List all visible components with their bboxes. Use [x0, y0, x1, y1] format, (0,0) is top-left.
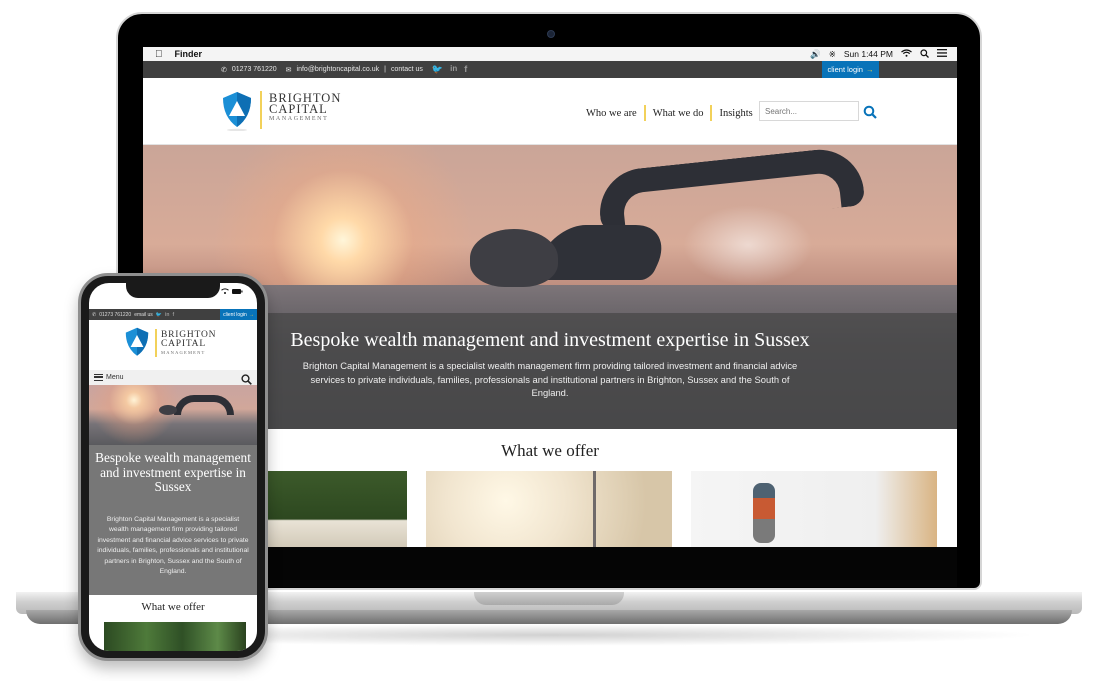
hero-swimmer-head [470, 229, 558, 287]
search-icon[interactable] [241, 372, 252, 385]
mobile-offer-title: What we offer [141, 601, 205, 613]
twitter-icon[interactable]: 🐦 [432, 64, 443, 75]
mobile-client-login-button[interactable]: client login → [220, 309, 257, 320]
linkedin-icon[interactable]: in [165, 312, 169, 318]
sailboat-mast [593, 471, 596, 547]
offer-card-image-family-dinner[interactable] [263, 471, 407, 547]
phone-status-icons [221, 288, 243, 297]
mobile-hero-image [89, 385, 257, 445]
mobile-offer-card-image[interactable] [104, 622, 246, 651]
linkedin-icon[interactable]: in [450, 64, 457, 75]
mobile-hero-swimmer-arm [174, 395, 234, 415]
contact-us-link[interactable]: contact us [391, 66, 423, 73]
twitter-icon[interactable]: 🐦 [156, 312, 162, 318]
site-header: BRIGHTON CAPITAL MANAGEMENT Who we are W… [143, 78, 957, 145]
volume-icon[interactable]: 🔊 [810, 49, 821, 60]
offer-card-image-grandparents[interactable] [691, 471, 937, 547]
laptop-camera [547, 30, 555, 38]
phone-icon: ✆ [221, 66, 227, 74]
mobile-hero-swimmer-head [159, 405, 177, 415]
finder-menu[interactable]: Finder [175, 49, 203, 59]
facebook-icon[interactable]: f [173, 312, 175, 318]
mobile-hero-description: Brighton Capital Management is a special… [97, 516, 249, 576]
phone-notch [126, 283, 220, 298]
main-nav: Who we are What we do Insights [579, 105, 760, 121]
notification-list-icon[interactable] [937, 49, 947, 59]
logo-line-2: CAPITAL [269, 102, 328, 116]
email-icon: ✉ [285, 66, 292, 74]
facebook-icon[interactable]: f [464, 64, 467, 75]
logo-line-3: MANAGEMENT [161, 350, 206, 355]
shield-logo-icon[interactable] [221, 91, 253, 136]
client-login-label: client login [827, 65, 863, 74]
separator: | [384, 66, 386, 73]
mac-menubar:  Finder 🔊 ※ Sun 1:44 PM [143, 47, 957, 61]
apple-icon[interactable]:  [155, 49, 163, 60]
logo-line-3: MANAGEMENT [269, 116, 329, 122]
brand-logo-text[interactable]: BRIGHTON CAPITAL MANAGEMENT [161, 330, 216, 356]
phone-screen: ✆ 01273 761220 email us 🐦 in f client lo… [89, 283, 257, 651]
hamburger-menu-icon[interactable] [94, 374, 103, 381]
wifi-icon[interactable] [901, 49, 912, 59]
clock[interactable]: Sun 1:44 PM [844, 49, 893, 59]
arrow-right-icon: → [248, 311, 254, 318]
search-icon[interactable] [863, 105, 877, 119]
hero-description: Brighton Capital Management is a special… [302, 360, 798, 398]
mobile-phone-number[interactable]: 01273 761220 [99, 312, 131, 318]
nav-who-we-are[interactable]: Who we are [579, 108, 644, 119]
arrow-right-icon: → [865, 65, 874, 74]
spotlight-search-icon[interactable] [920, 48, 929, 60]
phone-number[interactable]: 01273 761220 [232, 66, 277, 73]
nav-insights[interactable]: Insights [712, 108, 759, 119]
laptop-opening-notch [474, 592, 624, 605]
mobile-menu-bar: Menu [89, 370, 257, 385]
nav-what-we-do[interactable]: What we do [646, 108, 711, 119]
menu-button[interactable]: Menu [106, 374, 124, 381]
email-link[interactable]: info@brightoncapital.co.uk [297, 66, 380, 73]
shield-logo-icon[interactable] [124, 327, 150, 364]
mobile-client-login-label: client login [223, 311, 247, 318]
child-on-shoulders [753, 483, 775, 543]
search-input[interactable] [759, 101, 859, 121]
logo-line-2: CAPITAL [161, 339, 206, 349]
brand-logo-text[interactable]: BRIGHTON CAPITAL MANAGEMENT [269, 92, 341, 124]
mobile-hero-title: Bespoke wealth management and investment… [95, 450, 251, 495]
client-login-button[interactable]: client login → [822, 61, 879, 78]
logo-divider [260, 91, 262, 129]
phone-icon: ✆ [92, 311, 97, 318]
bluetooth-icon[interactable]: ※ [829, 49, 836, 60]
mobile-email-link[interactable]: email us [134, 312, 153, 318]
logo-divider [155, 329, 157, 357]
offer-card-image-sailing[interactable] [426, 471, 672, 547]
